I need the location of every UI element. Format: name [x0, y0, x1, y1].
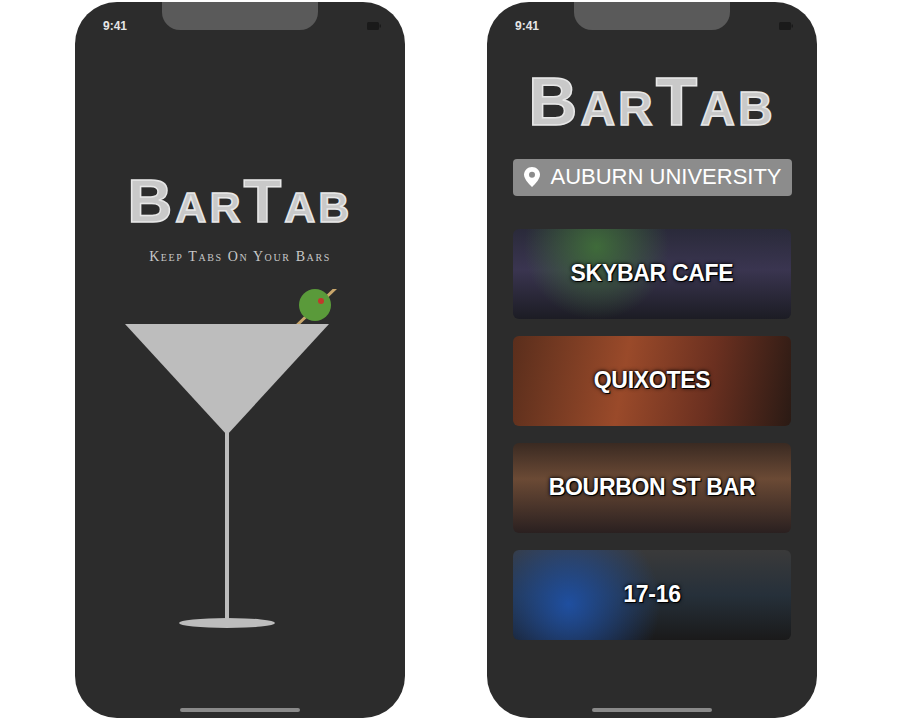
- bar-name: QUIXOTES: [594, 367, 710, 394]
- bar-card[interactable]: SKYBAR CAFE: [513, 229, 791, 319]
- notch: [574, 2, 730, 30]
- battery-icon: [779, 22, 793, 30]
- bar-card[interactable]: BOURBON ST BAR: [513, 443, 791, 533]
- home-indicator: [592, 708, 712, 712]
- logo: BarTab: [128, 167, 353, 235]
- location-button[interactable]: AUBURN UNIVERSITY: [513, 159, 792, 196]
- bar-name: SKYBAR CAFE: [571, 260, 734, 287]
- location-label: AUBURN UNIVERSITY: [551, 164, 782, 190]
- notch: [162, 2, 318, 30]
- tagline: Keep Tabs On Your Bars: [149, 249, 331, 265]
- bar-name: BOURBON ST BAR: [549, 474, 756, 501]
- bar-card[interactable]: QUIXOTES: [513, 336, 791, 426]
- status-time: 9:41: [103, 19, 127, 33]
- martini-icon: [125, 289, 355, 629]
- location-pin-icon: [523, 167, 541, 187]
- bar-name: 17-16: [623, 581, 680, 608]
- battery-icon: [367, 22, 381, 30]
- bar-card[interactable]: 17-16: [513, 550, 791, 640]
- splash-phone: 9:41 BarTab Keep Tabs On Your Bars: [75, 2, 405, 718]
- logo: BarTab: [528, 64, 775, 139]
- bar-list: SKYBAR CAFE QUIXOTES BOURBON ST BAR 17-16: [513, 229, 791, 640]
- page: 9:41 BarTab Keep Tabs On Your Bars 9:41 BarT…: [0, 0, 900, 720]
- home-indicator: [180, 708, 300, 712]
- status-time: 9:41: [515, 19, 539, 33]
- home-phone: 9:41 BarTab AUBURN UNIVERSITY SKYBAR CAFE QU…: [487, 2, 817, 718]
